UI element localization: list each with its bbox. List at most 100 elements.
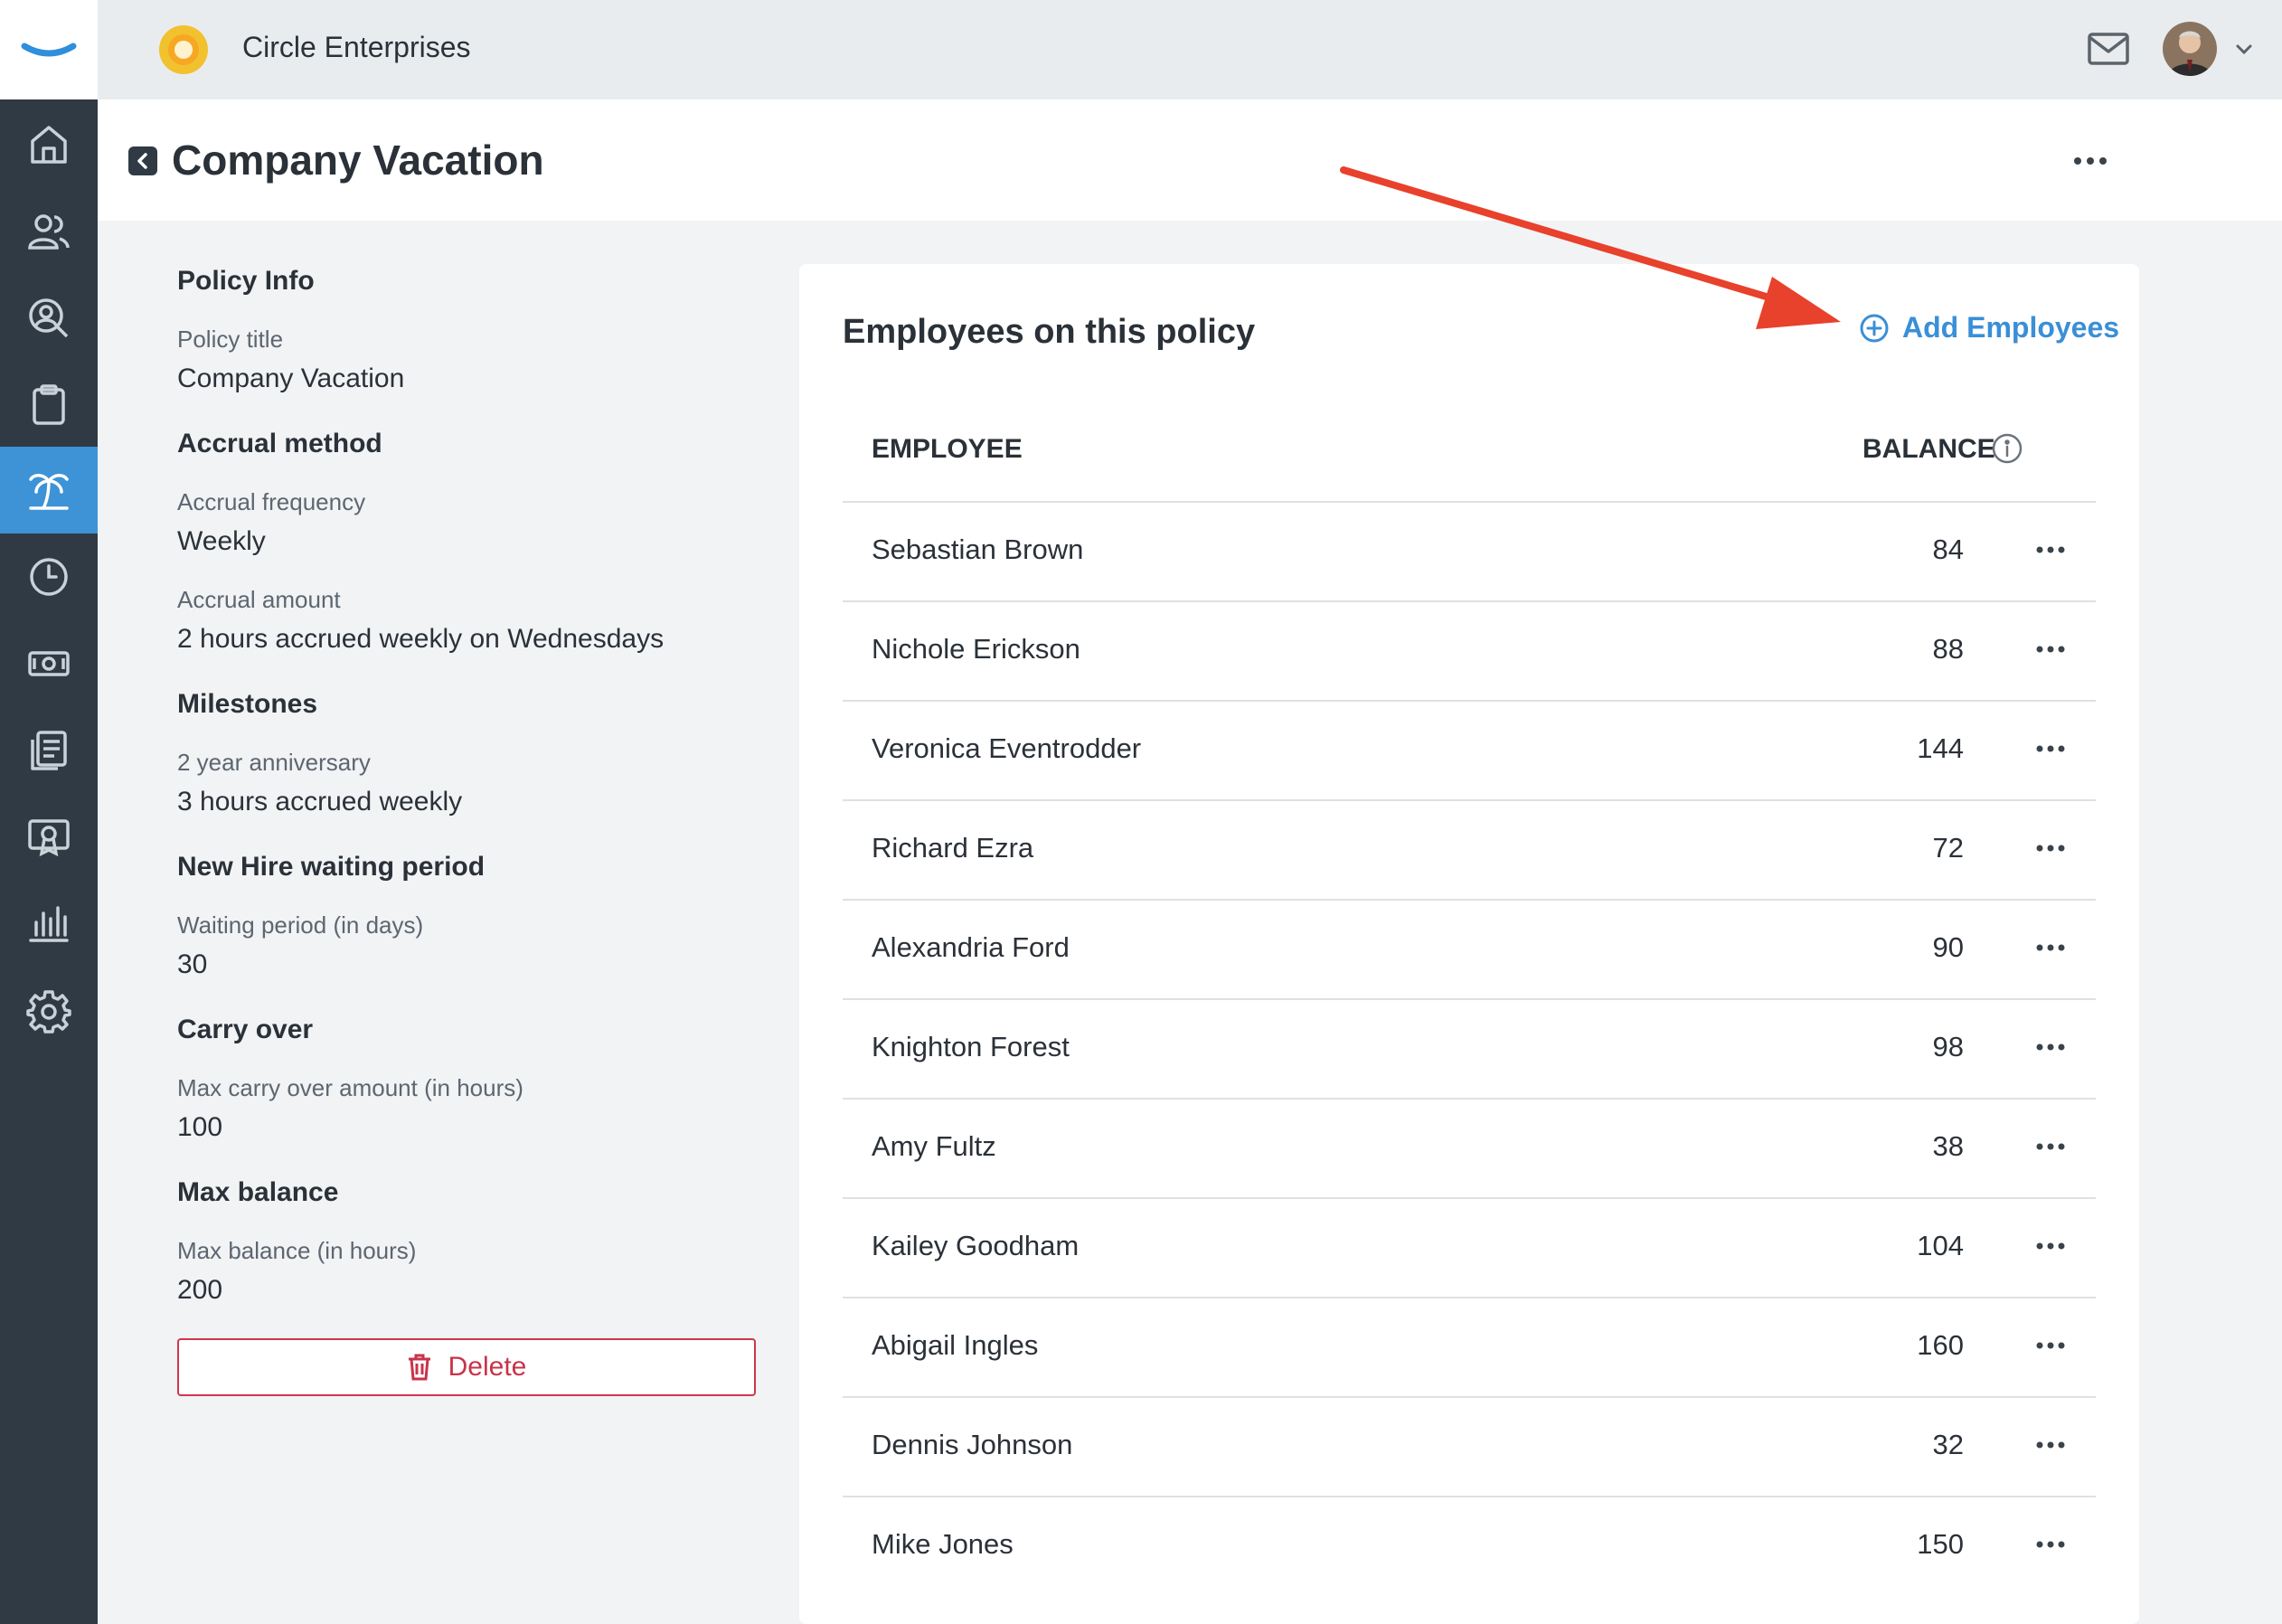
employee-name[interactable]: Amy Fultz <box>872 1130 996 1163</box>
bar-chart-icon <box>29 906 69 942</box>
company-name[interactable]: Circle Enterprises <box>242 31 471 64</box>
employee-balance: 84 <box>1932 533 1964 565</box>
max-balance-heading: Max balance <box>177 1177 339 1207</box>
carry-over-value: 100 <box>177 1112 223 1142</box>
policy-info-heading: Policy Info <box>177 266 315 296</box>
employees-card-title: Employees on this policy <box>843 313 1256 351</box>
sidebar-item-reports[interactable] <box>0 881 98 968</box>
smile-logo-icon <box>21 42 77 57</box>
certificate-icon <box>28 819 70 857</box>
more-options-icon[interactable] <box>2065 146 2116 175</box>
row-more-options-icon[interactable] <box>2034 1235 2067 1257</box>
brand-logo[interactable] <box>0 0 98 99</box>
employee-balance: 32 <box>1932 1429 1964 1460</box>
accrual-amount-value: 2 hours accrued weekly on Wednesdays <box>177 624 665 654</box>
table-row[interactable]: Sebastian Brown 84 <box>843 501 2096 600</box>
row-more-options-icon[interactable] <box>2034 1534 2067 1555</box>
user-photo-icon <box>2163 22 2217 76</box>
table-row[interactable]: Richard Ezra 72 <box>843 799 2096 899</box>
table-row[interactable]: Kailey Goodham 104 <box>843 1197 2096 1297</box>
employee-name[interactable]: Sebastian Brown <box>872 533 1083 566</box>
table-row[interactable]: Mike Jones 150 <box>843 1496 2096 1595</box>
row-more-options-icon[interactable] <box>2034 1036 2067 1058</box>
table-row[interactable]: Abigail Ingles 160 <box>843 1297 2096 1396</box>
max-balance-label: Max balance (in hours) <box>177 1237 417 1264</box>
money-icon <box>28 651 70 676</box>
delete-button[interactable]: Delete <box>177 1338 756 1396</box>
new-hire-heading: New Hire waiting period <box>177 852 486 882</box>
table-row[interactable]: Amy Fultz 38 <box>843 1098 2096 1197</box>
row-more-options-icon[interactable] <box>2034 837 2067 859</box>
waiting-period-value: 30 <box>177 949 208 979</box>
column-header-balance[interactable]: BALANCE <box>1862 434 1995 465</box>
plus-circle-icon <box>1860 314 1889 342</box>
carry-over-heading: Carry over <box>177 1015 314 1044</box>
accrual-frequency-label: Accrual frequency <box>177 488 366 515</box>
employee-name[interactable]: Dennis Johnson <box>872 1429 1072 1461</box>
table-row[interactable]: Nichole Erickson 88 <box>843 600 2096 700</box>
employee-name[interactable]: Kailey Goodham <box>872 1230 1079 1262</box>
employee-name[interactable]: Abigail Ingles <box>872 1329 1038 1362</box>
clock-icon <box>30 558 68 596</box>
add-employees-label: Add Employees <box>1902 311 2120 344</box>
milestone-label: 2 year anniversary <box>177 749 371 776</box>
employee-name[interactable]: Knighton Forest <box>872 1031 1070 1063</box>
employee-balance: 104 <box>1917 1230 1964 1261</box>
table-row[interactable]: Veronica Eventrodder 144 <box>843 700 2096 799</box>
clipboard-icon <box>33 384 65 425</box>
sidebar-item-people[interactable] <box>0 188 98 275</box>
table-row[interactable]: Knighton Forest 98 <box>843 998 2096 1098</box>
accrual-amount-label: Accrual amount <box>177 586 341 613</box>
employee-balance: 72 <box>1932 832 1964 864</box>
home-icon <box>31 126 67 164</box>
employees-card: Employees on this policy Add Employees E… <box>799 264 2139 1624</box>
row-more-options-icon[interactable] <box>2034 539 2067 561</box>
employee-name[interactable]: Nichole Erickson <box>872 633 1080 666</box>
top-bar: Circle Enterprises <box>98 0 2282 99</box>
row-more-options-icon[interactable] <box>2034 937 2067 958</box>
column-header-employee[interactable]: EMPLOYEE <box>872 434 1023 465</box>
sidebar-item-home[interactable] <box>0 101 98 188</box>
row-more-options-icon[interactable] <box>2034 1136 2067 1157</box>
sidebar-item-documents[interactable] <box>0 707 98 794</box>
employee-balance: 98 <box>1932 1031 1964 1062</box>
row-more-options-icon[interactable] <box>2034 738 2067 760</box>
employee-balance: 88 <box>1932 633 1964 665</box>
employee-name[interactable]: Alexandria Ford <box>872 931 1070 964</box>
accrual-frequency-value: Weekly <box>177 526 266 556</box>
sidebar-item-settings[interactable] <box>0 968 98 1054</box>
back-icon[interactable] <box>128 146 157 175</box>
row-more-options-icon[interactable] <box>2034 638 2067 660</box>
sidebar-item-recruiting[interactable] <box>0 275 98 362</box>
info-icon[interactable] <box>1991 432 2023 465</box>
employee-name[interactable]: Mike Jones <box>872 1528 1014 1561</box>
employee-list: Sebastian Brown 84 Nichole Erickson 88 Veron… <box>843 501 2096 1595</box>
gear-icon <box>26 990 71 1034</box>
sidebar-item-time-tracking[interactable] <box>0 533 98 620</box>
policy-title-value: Company Vacation <box>177 364 405 393</box>
table-row[interactable]: Alexandria Ford 90 <box>843 899 2096 998</box>
employee-name[interactable]: Veronica Eventrodder <box>872 732 1141 765</box>
row-more-options-icon[interactable] <box>2034 1335 2067 1356</box>
avatar[interactable] <box>2163 22 2217 76</box>
company-logo-icon[interactable] <box>157 24 210 76</box>
carry-over-label: Max carry over amount (in hours) <box>177 1074 523 1101</box>
palm-tree-icon <box>29 474 69 510</box>
search-person-icon <box>29 298 69 338</box>
mail-icon[interactable] <box>2087 29 2130 69</box>
delete-label: Delete <box>448 1352 527 1382</box>
policy-title-label: Policy title <box>177 326 284 353</box>
row-more-options-icon[interactable] <box>2034 1434 2067 1456</box>
employee-balance: 160 <box>1917 1329 1964 1361</box>
page-title: Company Vacation <box>172 137 544 184</box>
add-employees-button[interactable]: Add Employees <box>1859 311 2119 345</box>
sidebar-item-time-off[interactable] <box>0 447 98 533</box>
sidebar-item-tasks[interactable] <box>0 362 98 448</box>
chevron-down-icon[interactable] <box>2233 38 2255 60</box>
table-row[interactable]: Dennis Johnson 32 <box>843 1396 2096 1496</box>
sidebar-item-payroll[interactable] <box>0 620 98 707</box>
sidebar-item-training[interactable] <box>0 794 98 881</box>
accrual-method-heading: Accrual method <box>177 429 382 458</box>
max-balance-value: 200 <box>177 1275 223 1305</box>
employee-name[interactable]: Richard Ezra <box>872 832 1033 864</box>
